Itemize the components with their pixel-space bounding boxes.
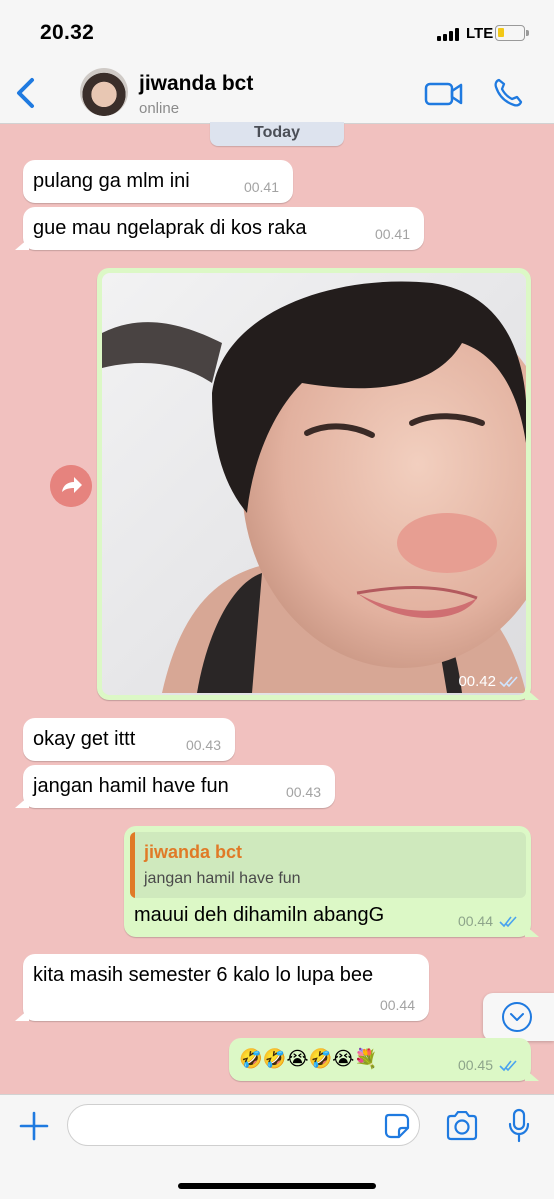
read-receipt-icon [499,1060,517,1072]
camera-icon[interactable] [445,1111,479,1141]
read-receipt-icon [499,676,518,688]
incoming-message[interactable]: okay get ittt 00.43 [23,718,235,761]
photo-attachment[interactable] [102,273,526,695]
contact-name[interactable]: jiwanda bct [139,72,253,96]
home-indicator[interactable] [178,1183,376,1189]
message-text: kita masih semester 6 kalo lo lupa bee [33,964,374,986]
scroll-to-bottom-button[interactable] [483,993,554,1041]
read-receipt-icon [499,916,517,928]
status-bar: 20.32 LTE [0,0,554,62]
outgoing-reply-message[interactable]: jiwanda bct jangan hamil have fun mauui … [124,826,539,937]
incoming-message[interactable]: jangan hamil have fun 00.43 [15,765,335,808]
selfie-photo [102,273,526,695]
network-type: LTE [466,25,494,42]
incoming-message[interactable]: pulang ga mlm ini 00.41 [23,160,293,203]
message-input-bar [0,1094,554,1199]
message-text: okay get ittt [33,728,136,750]
contact-status: online [139,100,180,117]
reply-quote-name: jiwanda bct [144,842,243,862]
message-time: 00.42 [458,673,496,690]
phone-call-icon[interactable] [492,77,524,109]
message-text: gue mau ngelaprak di kos raka [33,217,307,239]
contact-avatar[interactable] [80,68,128,116]
message-time: 00.41 [243,179,279,195]
microphone-icon[interactable] [507,1108,531,1144]
battery-icon [495,25,529,41]
chat-header: jiwanda bct online [0,62,554,124]
incoming-message[interactable]: gue mau ngelaprak di kos raka 00.41 [15,207,424,250]
message-time: 00.44 [457,913,493,929]
message-text: jangan hamil have fun [33,775,229,797]
signal-icon [437,28,461,41]
chevron-down-circle-icon [502,1002,532,1032]
message-text: 🤣🤣😭🤣😭💐 [239,1049,379,1070]
plus-icon[interactable] [18,1110,50,1142]
message-input[interactable] [67,1104,420,1146]
reply-quote-bar [130,832,135,898]
message-time: 00.43 [285,784,321,800]
reply-quote-text: jangan hamil have fun [144,870,301,887]
forward-share-button[interactable] [50,465,92,507]
outgoing-message[interactable]: 🤣🤣😭🤣😭💐 00.45 [229,1038,539,1081]
back-chevron-icon[interactable] [12,76,42,110]
message-time: 00.44 [379,997,415,1013]
incoming-message[interactable]: kita masih semester 6 kalo lo lupa bee 0… [15,954,429,1021]
outgoing-image-message[interactable]: 00.42 [97,268,539,700]
sticker-icon[interactable] [384,1113,410,1139]
status-time: 20.32 [40,21,95,44]
message-time: 00.41 [374,226,410,242]
video-call-icon[interactable] [424,80,464,108]
reply-quote[interactable]: jiwanda bct jangan hamil have fun [130,832,526,898]
message-time: 00.45 [457,1057,493,1073]
message-text: mauui deh dihamiln abangG [134,904,385,926]
message-time: 00.43 [185,737,221,753]
message-text: pulang ga mlm ini [33,170,190,192]
date-divider: Today [210,122,344,146]
